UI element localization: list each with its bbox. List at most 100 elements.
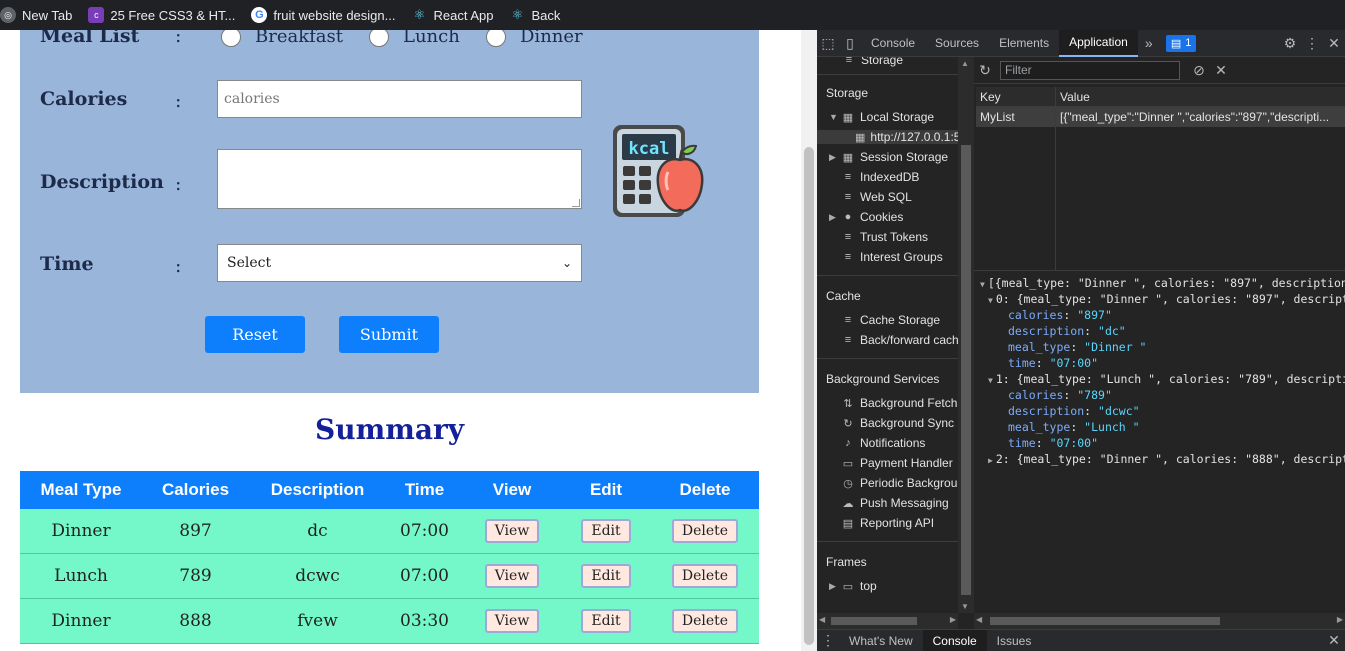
- calories-input[interactable]: calories: [217, 80, 582, 118]
- delete-button[interactable]: Delete: [671, 519, 739, 543]
- edit-button[interactable]: Edit: [581, 609, 631, 633]
- json-tree-line[interactable]: ▼ 0: {meal_type: "Dinner ", calories: "89…: [980, 291, 1345, 307]
- close-icon[interactable]: ✕: [1323, 30, 1345, 57]
- sidebar-scrollbar[interactable]: ▲ ▼: [958, 57, 974, 613]
- expand-arrow-icon[interactable]: ▼: [829, 112, 841, 122]
- expanded-arrow-icon[interactable]: ▼: [988, 376, 993, 385]
- tab-console[interactable]: Console: [861, 30, 925, 57]
- radio-lunch[interactable]: Lunch: [369, 30, 460, 47]
- delete-selected-icon[interactable]: ✕: [1210, 57, 1232, 84]
- sidebar-item-storage-cut[interactable]: ≡ Storage: [842, 57, 903, 67]
- sidebar-item-web-sql[interactable]: ≡ Web SQL: [841, 190, 912, 204]
- edit-button[interactable]: Edit: [581, 519, 631, 543]
- json-tree-line[interactable]: ▼ [{meal_type: "Dinner ", calories: "897"…: [980, 275, 1345, 291]
- bookmark-new-tab[interactable]: ◎ New Tab: [0, 7, 72, 23]
- sidebar-item-label: Trust Tokens: [860, 230, 929, 244]
- bookmark-colorlib[interactable]: c 25 Free CSS3 & HT...: [88, 7, 235, 23]
- description-textarea[interactable]: [217, 149, 582, 209]
- edit-button[interactable]: Edit: [581, 564, 631, 588]
- tab-sources[interactable]: Sources: [925, 30, 989, 57]
- view-button[interactable]: View: [484, 609, 540, 633]
- expand-arrow-icon[interactable]: ▶: [829, 212, 841, 223]
- json-tree-line[interactable]: ▼ 1: {meal_type: "Lunch ", calories: "789…: [980, 371, 1345, 387]
- sidebar-item-periodic-sync[interactable]: ◷ Periodic Backgroun: [841, 476, 958, 490]
- scroll-up-arrow-icon[interactable]: ▲: [961, 59, 969, 68]
- radio-circle[interactable]: [486, 30, 506, 47]
- resize-grip-icon[interactable]: [572, 199, 580, 207]
- sidebar-item-cache-storage[interactable]: ≡ Cache Storage: [841, 313, 940, 327]
- expanded-arrow-icon[interactable]: ▼: [980, 280, 985, 289]
- scroll-right-arrow-icon[interactable]: ▶: [950, 615, 956, 624]
- radio-circle[interactable]: [221, 30, 241, 47]
- json-tree-line[interactable]: ▶ 2: {meal_type: "Dinner ", calories: "88…: [980, 451, 1345, 467]
- refresh-icon[interactable]: ↻: [974, 57, 996, 84]
- sidebar-item-notifications[interactable]: ♪ Notifications: [841, 436, 925, 450]
- radio-breakfast[interactable]: Breakfast: [221, 30, 343, 47]
- sidebar-item-top-frame[interactable]: ▶ ▭ top: [829, 579, 877, 593]
- preview-hscrollbar[interactable]: ◀ ▶: [974, 613, 1345, 629]
- bookmark-react-app[interactable]: ⚛ React App: [411, 7, 494, 23]
- gear-icon[interactable]: ⚙: [1279, 30, 1301, 57]
- sidebar-item-session-storage[interactable]: ▶ ▦ Session Storage: [829, 150, 948, 164]
- sidebar-item-interest-groups[interactable]: ≡ Interest Groups: [841, 250, 943, 264]
- scroll-left-arrow-icon[interactable]: ◀: [976, 615, 982, 624]
- sidebar-item-origin[interactable]: ▦ http://127.0.0.1:5: [817, 130, 958, 144]
- key-column-header[interactable]: Key: [976, 87, 1056, 106]
- sidebar-item-trust-tokens[interactable]: ≡ Trust Tokens: [841, 230, 928, 244]
- sidebar-item-payment-handler[interactable]: ▭ Payment Handler: [841, 456, 953, 470]
- kebab-menu-icon[interactable]: ⋮: [1301, 30, 1323, 57]
- storage-row[interactable]: MyList [{"meal_type":"Dinner ","calories…: [976, 107, 1345, 127]
- json-value: "789": [1077, 388, 1112, 402]
- value-column-header[interactable]: Value: [1056, 87, 1345, 106]
- bookmark-back[interactable]: ⚛ Back: [509, 7, 561, 23]
- close-icon[interactable]: ✕: [1323, 630, 1345, 651]
- view-button[interactable]: View: [484, 519, 540, 543]
- sidebar-item-local-storage[interactable]: ▼ ▦ Local Storage: [829, 110, 934, 124]
- collapsed-arrow-icon[interactable]: ▶: [988, 456, 993, 465]
- scroll-right-arrow-icon[interactable]: ▶: [1337, 615, 1343, 624]
- delete-button[interactable]: Delete: [671, 609, 739, 633]
- scroll-left-arrow-icon[interactable]: ◀: [819, 615, 825, 624]
- delete-button[interactable]: Delete: [671, 564, 739, 588]
- sidebar-item-indexeddb[interactable]: ≡ IndexedDB: [841, 170, 920, 184]
- sidebar-item-push-messaging[interactable]: ☁ Push Messaging: [841, 496, 949, 510]
- sidebar-item-background-sync[interactable]: ↻ Background Sync: [841, 416, 954, 430]
- sidebar-scrollbar-thumb[interactable]: [961, 145, 971, 595]
- preview-hscroll-thumb[interactable]: [990, 617, 1220, 625]
- card-icon: ▭: [842, 457, 854, 470]
- page-scrollbar-thumb[interactable]: [804, 147, 814, 645]
- tab-whats-new[interactable]: What's New: [839, 630, 923, 651]
- tab-elements[interactable]: Elements: [989, 30, 1059, 57]
- submit-button[interactable]: Submit: [339, 316, 439, 353]
- reset-button[interactable]: Reset: [205, 316, 305, 353]
- sidebar-item-cookies[interactable]: ▶ ● Cookies: [829, 210, 903, 224]
- scroll-down-arrow-icon[interactable]: ▼: [961, 602, 969, 611]
- radio-circle[interactable]: [369, 30, 389, 47]
- device-toolbar-icon[interactable]: ▯: [839, 30, 861, 57]
- issues-badge[interactable]: ▤ 1: [1165, 34, 1197, 52]
- expand-arrow-icon[interactable]: ▶: [829, 152, 841, 163]
- tab-application[interactable]: Application: [1059, 29, 1138, 57]
- tab-issues[interactable]: Issues: [987, 630, 1042, 651]
- page-scrollbar[interactable]: [801, 30, 817, 651]
- expand-arrow-icon[interactable]: ▶: [829, 581, 841, 592]
- tab-drawer-console[interactable]: Console: [922, 629, 987, 651]
- sidebar-item-reporting-api[interactable]: ▤ Reporting API: [841, 516, 934, 530]
- radio-dinner[interactable]: Dinner: [486, 30, 583, 47]
- bookmark-fruit-website[interactable]: G fruit website design...: [251, 7, 395, 23]
- clear-all-icon[interactable]: ⊘: [1188, 57, 1210, 84]
- kebab-menu-icon[interactable]: ⋮: [817, 630, 839, 651]
- sidebar-hscrollbar[interactable]: ◀ ▶: [817, 613, 958, 629]
- sidebar-hscroll-thumb[interactable]: [831, 617, 917, 625]
- radio-label: Breakfast: [255, 30, 343, 47]
- expanded-arrow-icon[interactable]: ▼: [988, 296, 993, 305]
- header-delete: Delete: [679, 480, 731, 499]
- radio-label: Dinner: [520, 30, 583, 47]
- inspect-element-icon[interactable]: ⬚: [817, 30, 839, 57]
- sidebar-item-background-fetch[interactable]: ⇅ Background Fetch: [841, 396, 957, 410]
- view-button[interactable]: View: [484, 564, 540, 588]
- time-select[interactable]: Select ⌄: [217, 244, 582, 282]
- sidebar-item-back-forward-cache[interactable]: ≡ Back/forward cach: [841, 333, 958, 347]
- more-tabs-icon[interactable]: »: [1138, 30, 1160, 57]
- filter-input[interactable]: Filter: [1000, 60, 1180, 80]
